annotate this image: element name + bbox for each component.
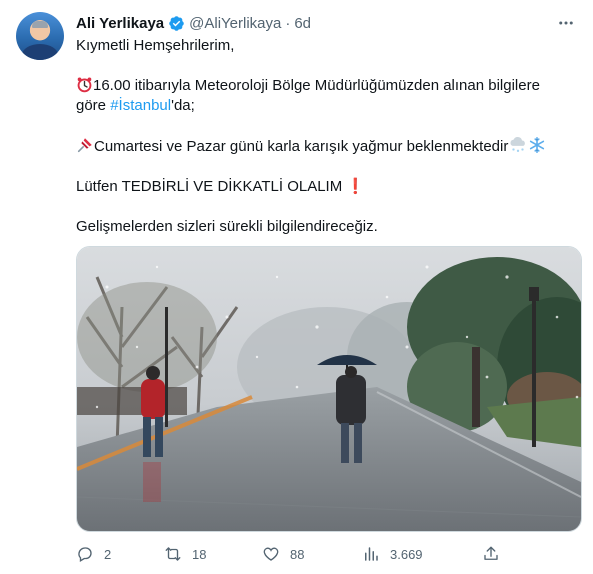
info-line-2: göre #İstanbul'da; bbox=[76, 96, 576, 116]
author-handle[interactable]: @AliYerlikaya bbox=[189, 15, 281, 32]
views-count: 3.669 bbox=[390, 546, 423, 562]
author-name[interactable]: Ali Yerlikaya bbox=[76, 15, 164, 32]
reply-button[interactable]: 2 bbox=[76, 545, 111, 563]
info-line-prefix: göre bbox=[76, 97, 111, 114]
avatar[interactable] bbox=[16, 12, 64, 60]
hashtag-link[interactable]: #İstanbul bbox=[110, 97, 171, 114]
snowy-park-photo bbox=[77, 247, 581, 531]
heart-icon bbox=[263, 547, 279, 561]
verified-badge-icon bbox=[169, 15, 184, 31]
info-line: 16.00 itibarıyla Meteoroloji Bölge Müdür… bbox=[76, 76, 576, 96]
separator-dot: · bbox=[285, 14, 291, 32]
pushpin-emoji bbox=[77, 138, 92, 153]
views-chart-icon bbox=[365, 547, 378, 561]
cloud-with-snow-emoji bbox=[510, 136, 526, 153]
greeting-line: Kıymetli Hemşehrilerim, bbox=[76, 37, 235, 54]
closing-line: Gelişmelerden sizleri sürekli bilgilendi… bbox=[76, 218, 378, 235]
alarm-clock-emoji bbox=[77, 77, 92, 93]
snowflake-emoji bbox=[530, 136, 545, 154]
more-dots-icon[interactable] bbox=[555, 12, 577, 34]
share-button[interactable] bbox=[482, 545, 510, 563]
info-line-suffix: 'da; bbox=[171, 97, 195, 114]
retweet-button[interactable]: 18 bbox=[164, 545, 206, 563]
tweet-photo[interactable] bbox=[76, 246, 582, 532]
forecast-text: Cumartesi ve Pazar günü karla karışık ya… bbox=[94, 138, 509, 155]
tweet-header: Ali Yerlikaya @AliYerlikaya · 6d bbox=[76, 13, 577, 33]
retweet-icon bbox=[165, 547, 181, 561]
warning-text: Lütfen TEDBİRLİ VE DİKKATLİ OLALIM bbox=[76, 178, 343, 195]
red-exclamation-emoji: ❗ bbox=[346, 178, 366, 195]
forecast-line: Cumartesi ve Pazar günü karla karışık ya… bbox=[76, 136, 576, 157]
retweet-count: 18 bbox=[192, 546, 207, 562]
views-button[interactable]: 3.669 bbox=[362, 545, 423, 563]
reply-icon bbox=[78, 547, 92, 562]
share-icon bbox=[484, 546, 498, 560]
reply-count: 2 bbox=[104, 546, 112, 562]
like-button[interactable]: 88 bbox=[262, 545, 304, 563]
info-line-text: 16.00 itibarıyla Meteoroloji Bölge Müdür… bbox=[93, 77, 540, 94]
tweet-actions: 2 18 88 3.669 bbox=[76, 542, 576, 566]
tweet-text: Kıymetli Hemşehrilerim, 16.00 itibarıyla… bbox=[76, 36, 576, 237]
like-count: 88 bbox=[290, 546, 305, 562]
warning-line: Lütfen TEDBİRLİ VE DİKKATLİ OLALIM ❗ bbox=[76, 177, 576, 197]
tweet-time[interactable]: 6d bbox=[294, 15, 311, 32]
